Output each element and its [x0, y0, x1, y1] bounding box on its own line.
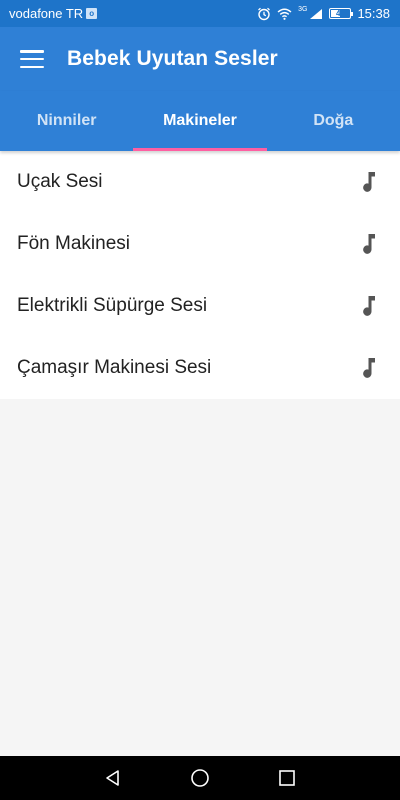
list-item-label: Çamaşır Makinesi Sesi	[17, 357, 212, 378]
recents-icon[interactable]	[267, 758, 307, 798]
music-note-icon[interactable]	[358, 170, 380, 194]
wifi-icon	[277, 8, 292, 20]
app-screen: vodafone TR o 3G 41 15:38 Bebek Uyutan S…	[0, 0, 400, 800]
signal-icon	[310, 8, 323, 19]
app-bar: Bebek Uyutan Sesler	[0, 27, 400, 91]
clock: 15:38	[357, 6, 390, 21]
music-note-icon[interactable]	[358, 294, 380, 318]
battery-percent: 41	[336, 9, 345, 18]
tab-makineler[interactable]: Makineler	[133, 91, 267, 151]
status-right: 3G 41 15:38	[257, 6, 390, 21]
list-item-label: Fön Makinesi	[17, 233, 130, 254]
status-bar: vodafone TR o 3G 41 15:38	[0, 0, 400, 27]
list-item-elektrikli-supurge-sesi[interactable]: Elektrikli Süpürge Sesi	[0, 275, 400, 337]
carrier-label: vodafone TR	[9, 6, 84, 21]
tab-doga[interactable]: Doğa	[267, 91, 400, 151]
home-icon[interactable]	[180, 758, 220, 798]
navigation-bar	[0, 756, 400, 800]
music-note-icon[interactable]	[358, 232, 380, 256]
outlook-icon: o	[86, 8, 98, 19]
app-title: Bebek Uyutan Sesler	[67, 47, 278, 70]
tab-ninniler[interactable]: Ninniler	[0, 91, 133, 151]
sound-list: Uçak Sesi Fön Makinesi Elektrikli Süpürg…	[0, 151, 400, 399]
list-item-label: Uçak Sesi	[17, 171, 103, 192]
list-item-fon-makinesi[interactable]: Fön Makinesi	[0, 213, 400, 275]
hamburger-menu-icon[interactable]	[20, 50, 44, 68]
battery-icon: 41	[329, 8, 354, 19]
network-type-label: 3G	[298, 6, 308, 13]
back-icon[interactable]	[93, 758, 133, 798]
list-item-ucak-sesi[interactable]: Uçak Sesi	[0, 151, 400, 213]
status-left: vodafone TR o	[9, 6, 98, 21]
list-item-camasir-makinesi-sesi[interactable]: Çamaşır Makinesi Sesi	[0, 337, 400, 399]
alarm-icon	[258, 7, 271, 20]
list-item-label: Elektrikli Süpürge Sesi	[17, 295, 208, 316]
music-note-icon[interactable]	[358, 356, 380, 380]
tab-bar: Ninniler Makineler Doğa	[0, 91, 400, 151]
